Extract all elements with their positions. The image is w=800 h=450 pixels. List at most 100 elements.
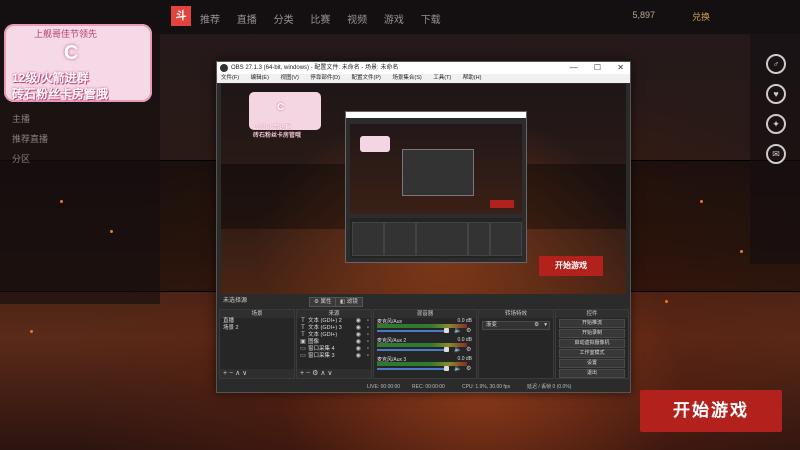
source-item[interactable]: T 文本 (GDI+) ◉ ▫ (297, 332, 371, 339)
volume-knob[interactable] (444, 366, 449, 371)
gear-icon[interactable]: ⚙ (466, 327, 471, 334)
ember (740, 250, 743, 253)
volume-knob[interactable] (444, 347, 449, 352)
up-icon[interactable]: ∧ (320, 370, 325, 377)
start-game-button[interactable]: 开始游戏 (640, 390, 782, 432)
mixer-channel: 麦克风/Aux 2 0.0 dB 🔈 ⚙ (374, 337, 476, 356)
nested-dock (490, 222, 522, 256)
speaker-icon[interactable]: 🔈 (454, 365, 461, 372)
source-label: 窗口采集 4 (308, 346, 335, 352)
scene-item[interactable]: 直播 (220, 318, 294, 325)
site-logo[interactable]: 斗 (171, 6, 191, 26)
down-icon[interactable]: ∨ (327, 370, 332, 377)
card-letter: C (64, 42, 79, 64)
controls-header: 控件 (556, 310, 628, 318)
nav-item[interactable]: 分类 (274, 15, 294, 26)
start-recording-button[interactable]: 开始录制 (559, 329, 625, 338)
user-icon[interactable]: ♂ (766, 54, 786, 74)
card-title: 上舰哥佳节领先 (34, 29, 98, 39)
volume-knob[interactable] (444, 328, 449, 333)
transition-value: 渐变 (486, 322, 498, 328)
filters-button[interactable]: ◧ 滤镜 (335, 297, 363, 307)
remove-icon[interactable]: − (306, 370, 310, 377)
gold-link[interactable]: 兑换 (692, 10, 710, 23)
nested-preview (350, 124, 522, 214)
studio-mode-button[interactable]: 工作室模式 (559, 349, 625, 358)
start-streaming-button[interactable]: 开始推流 (559, 319, 625, 328)
nav-item[interactable]: 直播 (237, 15, 257, 26)
eye-icon[interactable]: ◉ (356, 353, 361, 360)
lock-icon[interactable]: ▫ (367, 318, 369, 325)
exit-button[interactable]: 退出 (559, 369, 625, 378)
gear-icon[interactable]: ⚙ (312, 370, 318, 377)
add-icon[interactable]: + (223, 370, 227, 377)
left-row: 推荐直播 (12, 134, 49, 144)
nav-item[interactable]: 下载 (421, 15, 441, 26)
lock-icon[interactable]: ▫ (367, 353, 369, 360)
menu-scene-collection[interactable]: 场景集合(S) (392, 75, 421, 81)
lock-icon[interactable]: ▫ (367, 325, 369, 332)
virtual-camera-button[interactable]: 启动虚拟摄像机 (559, 339, 625, 348)
lock-icon[interactable]: ▫ (367, 339, 369, 346)
speaker-icon[interactable]: 🔈 (454, 346, 461, 353)
add-icon[interactable]: + (300, 370, 304, 377)
gift-icon[interactable]: ✦ (766, 114, 786, 134)
minimize-icon[interactable]: — (570, 63, 578, 72)
menu-edit[interactable]: 编辑(E) (251, 75, 269, 81)
source-item[interactable]: ▣ 图像 ◉ ▫ (297, 339, 371, 346)
scenes-footer: + − ∧ ∨ (220, 369, 294, 378)
sources-dock: 来源 T 文本 (GDI+) 2 ◉ ▫ T 文本 (GDI+) 3 ◉ ▫ T 文本 (GD… (296, 309, 372, 379)
volume-slider[interactable] (377, 368, 447, 370)
properties-button[interactable]: ⚙ 属性 (309, 297, 337, 307)
maximize-icon[interactable]: ☐ (594, 63, 601, 72)
lock-icon[interactable]: ▫ (367, 346, 369, 353)
gear-icon[interactable]: ⚙ (466, 365, 471, 372)
gear-icon[interactable]: ⚙ (466, 346, 471, 353)
source-label: 窗口采集 3 (308, 353, 335, 359)
volume-slider[interactable] (377, 349, 447, 351)
menu-view[interactable]: 视图(V) (280, 75, 298, 81)
obs-titlebar[interactable]: OBS 27.1.3 (64-bit, windows) - 配置文件: 未命名… (217, 62, 630, 74)
ember (60, 200, 63, 203)
menu-file[interactable]: 文件(F) (221, 75, 239, 81)
eye-icon[interactable]: ◉ (356, 325, 361, 332)
nav-item[interactable]: 游戏 (384, 15, 404, 26)
settings-button[interactable]: 设置 (559, 359, 625, 368)
eye-icon[interactable]: ◉ (356, 332, 361, 339)
speaker-icon[interactable]: 🔈 (454, 327, 461, 334)
heart-icon[interactable]: ♥ (766, 84, 786, 104)
source-item[interactable]: ▭ 窗口采集 4 ◉ ▫ (297, 346, 371, 353)
nav-item[interactable]: 视频 (347, 15, 367, 26)
eye-icon[interactable]: ◉ (356, 318, 361, 325)
nested-titlebar (346, 112, 526, 118)
gear-icon[interactable]: ⚙ (534, 322, 539, 329)
obs-window: OBS 27.1.3 (64-bit, windows) - 配置文件: 未命名… (216, 61, 631, 393)
menu-tools[interactable]: 工具(T) (433, 75, 451, 81)
message-icon[interactable]: ✉ (766, 144, 786, 164)
nested-obs-capture (345, 111, 527, 263)
lock-icon[interactable]: ▫ (367, 332, 369, 339)
menu-profile[interactable]: 配置文件(P) (351, 75, 380, 81)
obs-preview[interactable]: C 12级/火箭进群 砖石粉丝卡房管哦 开始游戏 (221, 84, 626, 294)
up-icon[interactable]: ∧ (235, 370, 240, 377)
eye-icon[interactable]: ◉ (356, 339, 361, 346)
ember (30, 330, 33, 333)
menu-docks[interactable]: 停靠部件(D) (310, 75, 340, 81)
source-item[interactable]: ▭ 窗口采集 3 ◉ ▫ (297, 353, 371, 360)
scene-item[interactable]: 场景 2 (220, 325, 294, 332)
nav-item[interactable]: 比赛 (310, 15, 330, 26)
nav-item[interactable]: 推荐 (200, 15, 220, 26)
eye-icon[interactable]: ◉ (356, 346, 361, 353)
mixer-dock: 混音器 麦克风/Aux 0.0 dB 🔈 ⚙ 麦克风/Aux 2 0.0 dB … (373, 309, 477, 379)
menu-help[interactable]: 帮助(H) (463, 75, 482, 81)
mixer-channel: 麦克风/Aux 0.0 dB 🔈 ⚙ (374, 318, 476, 337)
transition-select[interactable]: 渐变 ⚙ ▾ (482, 321, 550, 330)
source-item[interactable]: T 文本 (GDI+) 3 ◉ ▫ (297, 325, 371, 332)
remove-icon[interactable]: − (229, 370, 233, 377)
down-icon[interactable]: ∨ (242, 370, 247, 377)
source-item[interactable]: T 文本 (GDI+) 2 ◉ ▫ (297, 318, 371, 325)
window-icon: ▭ (300, 346, 306, 352)
close-icon[interactable]: ✕ (617, 63, 624, 72)
overlay-text: 12级/火箭进群 砖石粉丝卡房管哦 (12, 70, 162, 102)
volume-slider[interactable] (377, 330, 447, 332)
